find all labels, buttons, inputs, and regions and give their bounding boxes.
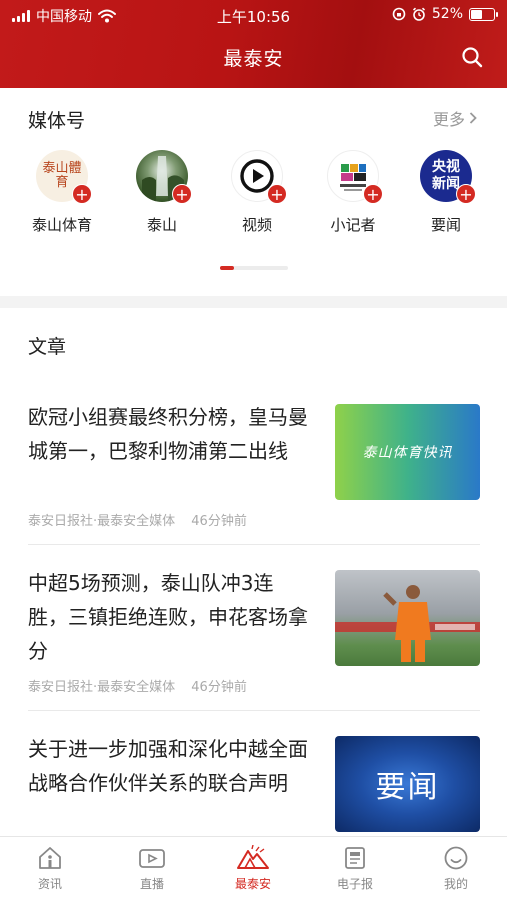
avatar: 央视新闻 + <box>420 150 476 204</box>
status-bar: 中国移动 上午10:56 52% <box>0 0 507 30</box>
media-section-title: 媒体号 <box>28 110 86 132</box>
article-meta: 泰安日报社·最泰安全媒体 46分钟前 <box>28 510 247 529</box>
live-icon <box>139 849 165 868</box>
chevron-right-icon <box>469 112 477 124</box>
battery-percent: 52% <box>431 6 463 22</box>
articles-section-title: 文章 <box>28 336 67 358</box>
article-thumbnail: 要闻 <box>335 736 480 832</box>
section-divider <box>0 296 507 308</box>
media-item-label: 视频 <box>241 216 272 234</box>
tab-news[interactable]: 资讯 <box>10 845 90 892</box>
media-item-label: 泰山体育 <box>31 216 92 234</box>
article-source: 泰安日报社·最泰安全媒体 <box>28 514 176 529</box>
carousel-pager <box>220 266 288 270</box>
plus-icon[interactable]: + <box>456 184 476 204</box>
avatar: 泰山體育 + <box>36 150 92 204</box>
more-link[interactable]: 更多 <box>433 106 477 130</box>
tab-zuitaian[interactable]: 最泰安 <box>213 845 293 892</box>
plus-icon[interactable]: + <box>172 184 192 204</box>
search-icon[interactable] <box>461 46 483 68</box>
mountain-icon <box>237 845 269 869</box>
article-meta: 泰安日报社·最泰安全媒体 46分钟前 <box>28 676 247 695</box>
battery-icon <box>469 7 498 21</box>
article-thumbnail <box>335 570 480 666</box>
article-thumbnail: 泰山体育快讯 <box>335 404 480 500</box>
pager-active-dot <box>220 266 234 270</box>
article-divider <box>28 544 480 545</box>
avatar: + <box>136 150 192 204</box>
avatar: + <box>231 150 287 204</box>
battery-fill <box>471 9 483 19</box>
app-header: 中国移动 上午10:56 52% 最泰安 <box>0 0 507 88</box>
profile-icon <box>444 846 468 870</box>
tab-label: 最泰安 <box>234 877 271 891</box>
avatar: + <box>327 150 383 204</box>
tab-profile[interactable]: 我的 <box>416 845 496 892</box>
newspaper-icon <box>345 847 365 869</box>
status-right: 52% <box>392 6 498 22</box>
thumbnail-caption: 泰山体育快讯 <box>362 445 453 461</box>
article-item[interactable]: 中超5场预测，泰山队冲3连胜，三镇拒绝连败，申花客场拿分 泰安日报社·最泰安全媒… <box>28 566 480 716</box>
plus-icon[interactable]: + <box>72 184 92 204</box>
media-item-label: 小记者 <box>330 216 376 234</box>
plus-icon[interactable]: + <box>363 184 383 204</box>
bottom-tab-bar: 资讯 直播 最泰安 电子报 我的 <box>0 836 507 900</box>
article-headline: 欧冠小组赛最终积分榜，皇马曼城第一，巴黎利物浦第二出线 <box>28 405 308 463</box>
media-section: 媒体号 更多 泰山體育 + 泰山体育 + 泰山 + 视频 + 小记者 央视新闻 … <box>0 88 507 296</box>
tab-live[interactable]: 直播 <box>112 845 192 892</box>
tab-label: 直播 <box>139 877 164 891</box>
alarm-icon <box>412 7 425 21</box>
plus-icon[interactable]: + <box>267 184 287 204</box>
tab-e-paper[interactable]: 电子报 <box>315 845 395 892</box>
media-item-taishan[interactable]: + 泰山 <box>122 150 202 235</box>
orientation-lock-icon <box>392 7 406 21</box>
media-list: 泰山體育 + 泰山体育 + 泰山 + 视频 + 小记者 央视新闻 + 要闻 <box>30 150 490 250</box>
home-icon <box>39 847 61 869</box>
article-divider <box>28 710 480 711</box>
article-item[interactable]: 关于进一步加强和深化中越全面战略合作伙伴关系的联合声明 要闻 <box>28 732 480 838</box>
tab-label: 资讯 <box>37 877 62 891</box>
media-item-label: 要闻 <box>430 216 461 234</box>
media-item-taishan-sports[interactable]: 泰山體育 + 泰山体育 <box>22 150 102 235</box>
tab-label: 我的 <box>443 877 468 891</box>
more-label: 更多 <box>432 110 465 129</box>
thumbnail-caption: 要闻 <box>375 770 440 805</box>
article-headline: 关于进一步加强和深化中越全面战略合作伙伴关系的联合声明 <box>28 737 308 795</box>
article-time: 46分钟前 <box>191 514 247 529</box>
articles-section: 文章 欧冠小组赛最终积分榜，皇马曼城第一，巴黎利物浦第二出线 泰安日报社·最泰安… <box>0 308 507 838</box>
article-headline: 中超5场预测，泰山队冲3连胜，三镇拒绝连败，申花客场拿分 <box>28 571 308 663</box>
article-time: 46分钟前 <box>191 680 247 695</box>
article-item[interactable]: 欧冠小组赛最终积分榜，皇马曼城第一，巴黎利物浦第二出线 泰安日报社·最泰安全媒体… <box>28 400 480 550</box>
media-item-top-news[interactable]: 央视新闻 + 要闻 <box>406 150 486 235</box>
tab-label: 电子报 <box>336 877 373 891</box>
article-source: 泰安日报社·最泰安全媒体 <box>28 680 176 695</box>
media-item-little-reporter[interactable]: + 小记者 <box>313 150 393 235</box>
page-title: 最泰安 <box>223 48 284 70</box>
media-item-label: 泰山 <box>146 216 177 234</box>
media-item-video[interactable]: + 视频 <box>217 150 297 235</box>
